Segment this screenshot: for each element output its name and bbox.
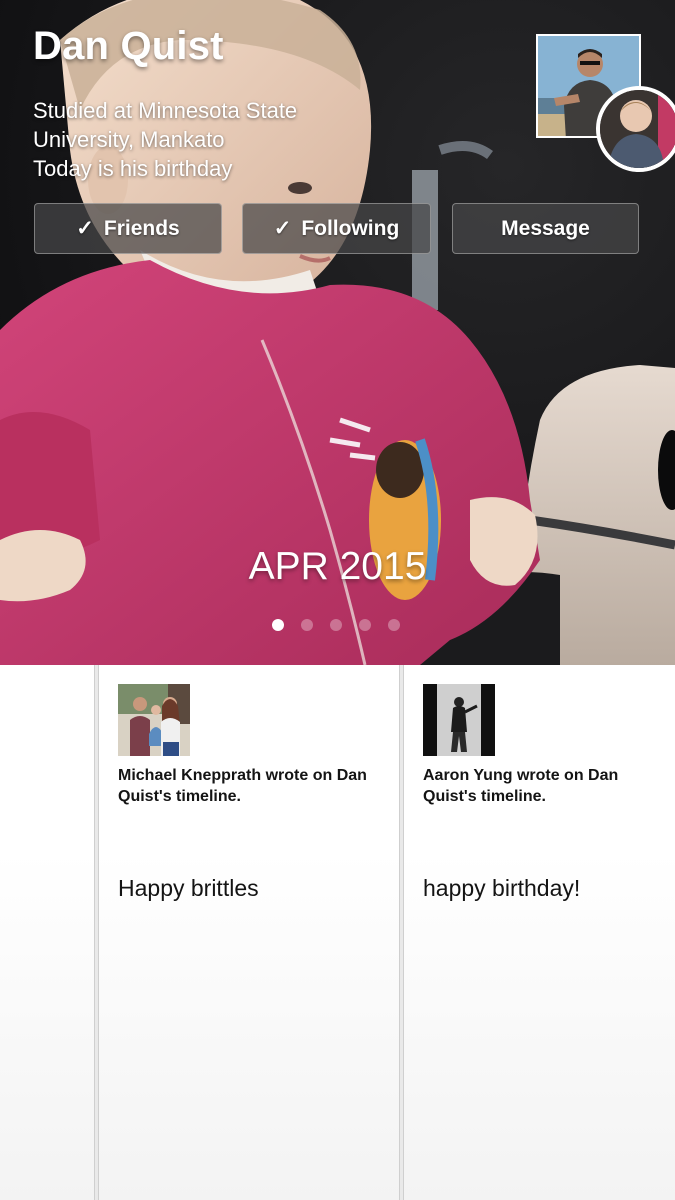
friends-button-label: Friends xyxy=(103,216,180,240)
post-body: Happy brittles xyxy=(118,875,259,901)
page-dot[interactable] xyxy=(388,619,400,631)
feed-card[interactable]: Michael Knepprath wrote on Dan Quist's t… xyxy=(98,665,400,1200)
feed-card[interactable]: Aaron Yung wrote on Dan Quist's timeline… xyxy=(403,665,675,1200)
checkmark-icon: ✓ xyxy=(273,217,292,240)
page-dot[interactable] xyxy=(359,619,371,631)
child-avatar-image xyxy=(600,90,675,168)
post-author-avatar-image xyxy=(423,684,495,756)
message-button[interactable]: Message xyxy=(452,203,639,254)
post-author-avatar-image xyxy=(118,684,190,756)
page-dot[interactable] xyxy=(301,619,313,631)
cover-date-label: APR 2015 xyxy=(248,545,427,588)
profile-info-line: University, Mankato xyxy=(33,127,225,152)
profile-info-line: Studied at Minnesota State xyxy=(33,98,298,123)
profile-info: Studied at Minnesota State University, M… xyxy=(33,96,363,183)
friends-button[interactable]: ✓ Friends xyxy=(34,203,222,254)
message-button-label: Message xyxy=(501,216,590,240)
post-body: happy birthday! xyxy=(423,875,581,901)
checkmark-icon: ✓ xyxy=(76,217,94,240)
page-indicator[interactable] xyxy=(272,619,400,631)
timeline-feed[interactable]: Michael Knepprath wrote on Dan Quist's t… xyxy=(0,665,675,1200)
post-header: Michael Knepprath wrote on Dan Quist's t… xyxy=(118,767,367,805)
cover-photo-area[interactable]: Dan Quist Studied at Minnesota State Uni… xyxy=(0,0,675,665)
page-dot[interactable] xyxy=(272,619,284,631)
following-button-label: Following xyxy=(301,216,400,240)
profile-info-line: Today is his birthday xyxy=(33,156,233,181)
profile-name: Dan Quist xyxy=(33,24,224,68)
post-header: Aaron Yung wrote on Dan Quist's timeline… xyxy=(423,767,619,805)
page-dot[interactable] xyxy=(330,619,342,631)
following-button[interactable]: ✓ Following xyxy=(242,203,431,254)
child-avatar[interactable] xyxy=(596,86,675,172)
post-author-avatar[interactable] xyxy=(423,684,495,756)
post-author-avatar[interactable] xyxy=(118,684,190,756)
feed-card-partial[interactable] xyxy=(0,665,95,1200)
